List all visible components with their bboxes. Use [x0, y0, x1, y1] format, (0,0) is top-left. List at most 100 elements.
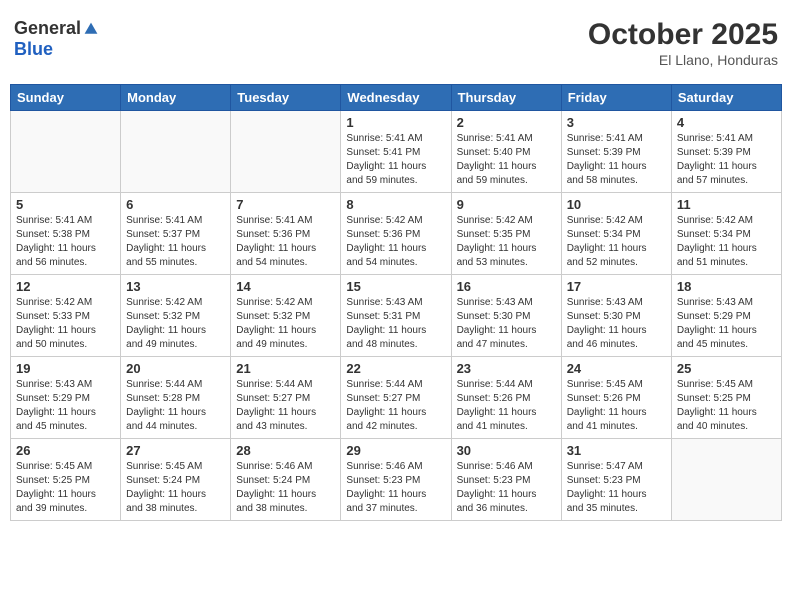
- calendar-cell: [231, 111, 341, 193]
- calendar-cell: 4Sunrise: 5:41 AM Sunset: 5:39 PM Daylig…: [671, 111, 781, 193]
- day-number: 5: [16, 197, 115, 212]
- calendar-cell: 17 Sunrise: 5:43 AM Sunset: 5:30 PM Dayli…: [561, 275, 671, 357]
- day-number: 20: [126, 361, 225, 376]
- day-number: 27: [126, 443, 225, 458]
- weekday-header-friday: Friday: [561, 85, 671, 111]
- calendar-cell: 14Sunrise: 5:42 AM Sunset: 5:32 PM Dayli…: [231, 275, 341, 357]
- calendar-cell: 5 Sunrise: 5:41 AM Sunset: 5:38 PM Daylig…: [11, 193, 121, 275]
- weekday-header-monday: Monday: [121, 85, 231, 111]
- day-info: Sunrise: 5:45 AM Sunset: 5:24 PM Dayligh…: [126, 460, 225, 516]
- location-subtitle: El Llano, Honduras: [588, 52, 778, 68]
- month-title: October 2025: [588, 18, 778, 52]
- day-number: 24: [567, 361, 666, 376]
- logo-icon: [83, 21, 99, 37]
- calendar-cell: 13 Sunrise: 5:42 AM Sunset: 5:32 PM Dayli…: [121, 275, 231, 357]
- day-info: Sunrise: 5:43 AM Sunset: 5:30 PM Dayligh…: [457, 296, 556, 352]
- day-number: 8: [346, 197, 445, 212]
- calendar-cell: 3 Sunrise: 5:41 AM Sunset: 5:39 PM Daylig…: [561, 111, 671, 193]
- calendar-cell: 1Sunrise: 5:41 AM Sunset: 5:41 PM Daylig…: [341, 111, 451, 193]
- day-info: Sunrise: 5:42 AM Sunset: 5:35 PM Dayligh…: [457, 214, 556, 270]
- day-number: 13: [126, 279, 225, 294]
- calendar-cell: 2Sunrise: 5:41 AM Sunset: 5:40 PM Daylig…: [451, 111, 561, 193]
- day-number: 21: [236, 361, 335, 376]
- calendar-cell: [121, 111, 231, 193]
- day-info: Sunrise: 5:41 AM Sunset: 5:36 PM Dayligh…: [236, 214, 335, 270]
- day-number: 14: [236, 279, 335, 294]
- day-number: 4: [677, 115, 776, 130]
- calendar-cell: 20 Sunrise: 5:44 AM Sunset: 5:28 PM Dayli…: [121, 357, 231, 439]
- calendar-cell: 16 Sunrise: 5:43 AM Sunset: 5:30 PM Dayli…: [451, 275, 561, 357]
- day-info: Sunrise: 5:46 AM Sunset: 5:24 PM Dayligh…: [236, 460, 335, 516]
- day-info: Sunrise: 5:45 AM Sunset: 5:25 PM Dayligh…: [677, 378, 776, 434]
- day-number: 26: [16, 443, 115, 458]
- calendar-cell: 29 Sunrise: 5:46 AM Sunset: 5:23 PM Dayli…: [341, 439, 451, 521]
- title-area: October 2025 El Llano, Honduras: [588, 18, 778, 68]
- calendar-cell: 11 Sunrise: 5:42 AM Sunset: 5:34 PM Dayli…: [671, 193, 781, 275]
- calendar-cell: 8 Sunrise: 5:42 AM Sunset: 5:36 PM Daylig…: [341, 193, 451, 275]
- day-number: 6: [126, 197, 225, 212]
- day-number: 10: [567, 197, 666, 212]
- day-number: 30: [457, 443, 556, 458]
- calendar-cell: 28 Sunrise: 5:46 AM Sunset: 5:24 PM Dayli…: [231, 439, 341, 521]
- day-info: Sunrise: 5:44 AM Sunset: 5:27 PM Dayligh…: [236, 378, 335, 434]
- day-info: Sunrise: 5:42 AM Sunset: 5:32 PM Dayligh…: [126, 296, 225, 352]
- day-number: 3: [567, 115, 666, 130]
- day-info: Sunrise: 5:41 AM Sunset: 5:39 PM Dayligh…: [567, 132, 666, 188]
- weekday-header-thursday: Thursday: [451, 85, 561, 111]
- weekday-header-wednesday: Wednesday: [341, 85, 451, 111]
- day-info: Sunrise: 5:43 AM Sunset: 5:29 PM Dayligh…: [677, 296, 776, 352]
- calendar-cell: 7 Sunrise: 5:41 AM Sunset: 5:36 PM Daylig…: [231, 193, 341, 275]
- calendar-cell: 18 Sunrise: 5:43 AM Sunset: 5:29 PM Dayli…: [671, 275, 781, 357]
- calendar-cell: 9 Sunrise: 5:42 AM Sunset: 5:35 PM Daylig…: [451, 193, 561, 275]
- day-info: Sunrise: 5:44 AM Sunset: 5:26 PM Dayligh…: [457, 378, 556, 434]
- calendar-cell: 25 Sunrise: 5:45 AM Sunset: 5:25 PM Dayli…: [671, 357, 781, 439]
- calendar-cell: 10 Sunrise: 5:42 AM Sunset: 5:34 PM Dayli…: [561, 193, 671, 275]
- calendar-cell: 31Sunrise: 5:47 AM Sunset: 5:23 PM Dayli…: [561, 439, 671, 521]
- day-info: Sunrise: 5:43 AM Sunset: 5:30 PM Dayligh…: [567, 296, 666, 352]
- day-info: Sunrise: 5:42 AM Sunset: 5:33 PM Dayligh…: [16, 296, 115, 352]
- day-number: 28: [236, 443, 335, 458]
- week-row-2: 5 Sunrise: 5:41 AM Sunset: 5:38 PM Daylig…: [11, 193, 782, 275]
- calendar-cell: 22 Sunrise: 5:44 AM Sunset: 5:27 PM Dayli…: [341, 357, 451, 439]
- day-info: Sunrise: 5:42 AM Sunset: 5:36 PM Dayligh…: [346, 214, 445, 270]
- week-row-5: 26 Sunrise: 5:45 AM Sunset: 5:25 PM Dayli…: [11, 439, 782, 521]
- calendar-cell: 27 Sunrise: 5:45 AM Sunset: 5:24 PM Dayli…: [121, 439, 231, 521]
- day-number: 11: [677, 197, 776, 212]
- calendar-cell: 24Sunrise: 5:45 AM Sunset: 5:26 PM Dayli…: [561, 357, 671, 439]
- calendar-cell: 23 Sunrise: 5:44 AM Sunset: 5:26 PM Dayli…: [451, 357, 561, 439]
- day-info: Sunrise: 5:41 AM Sunset: 5:38 PM Dayligh…: [16, 214, 115, 270]
- day-info: Sunrise: 5:44 AM Sunset: 5:28 PM Dayligh…: [126, 378, 225, 434]
- day-number: 1: [346, 115, 445, 130]
- day-number: 15: [346, 279, 445, 294]
- day-info: Sunrise: 5:44 AM Sunset: 5:27 PM Dayligh…: [346, 378, 445, 434]
- weekday-header-saturday: Saturday: [671, 85, 781, 111]
- week-row-4: 19 Sunrise: 5:43 AM Sunset: 5:29 PM Dayli…: [11, 357, 782, 439]
- week-row-3: 12Sunrise: 5:42 AM Sunset: 5:33 PM Dayli…: [11, 275, 782, 357]
- day-number: 31: [567, 443, 666, 458]
- day-number: 16: [457, 279, 556, 294]
- day-number: 25: [677, 361, 776, 376]
- day-number: 22: [346, 361, 445, 376]
- day-info: Sunrise: 5:43 AM Sunset: 5:29 PM Dayligh…: [16, 378, 115, 434]
- day-number: 23: [457, 361, 556, 376]
- logo: General Blue: [14, 18, 99, 60]
- day-info: Sunrise: 5:42 AM Sunset: 5:34 PM Dayligh…: [677, 214, 776, 270]
- day-number: 29: [346, 443, 445, 458]
- day-number: 18: [677, 279, 776, 294]
- logo-general-text: General: [14, 18, 81, 39]
- day-number: 19: [16, 361, 115, 376]
- calendar-table: SundayMondayTuesdayWednesdayThursdayFrid…: [10, 84, 782, 521]
- calendar-cell: 21 Sunrise: 5:44 AM Sunset: 5:27 PM Dayli…: [231, 357, 341, 439]
- day-number: 9: [457, 197, 556, 212]
- day-info: Sunrise: 5:42 AM Sunset: 5:34 PM Dayligh…: [567, 214, 666, 270]
- week-row-1: 1Sunrise: 5:41 AM Sunset: 5:41 PM Daylig…: [11, 111, 782, 193]
- day-number: 7: [236, 197, 335, 212]
- logo-blue-text: Blue: [14, 39, 53, 60]
- day-info: Sunrise: 5:46 AM Sunset: 5:23 PM Dayligh…: [346, 460, 445, 516]
- calendar-cell: [671, 439, 781, 521]
- day-info: Sunrise: 5:45 AM Sunset: 5:25 PM Dayligh…: [16, 460, 115, 516]
- calendar-cell: 12Sunrise: 5:42 AM Sunset: 5:33 PM Dayli…: [11, 275, 121, 357]
- day-number: 2: [457, 115, 556, 130]
- day-number: 17: [567, 279, 666, 294]
- calendar-cell: 30Sunrise: 5:46 AM Sunset: 5:23 PM Dayli…: [451, 439, 561, 521]
